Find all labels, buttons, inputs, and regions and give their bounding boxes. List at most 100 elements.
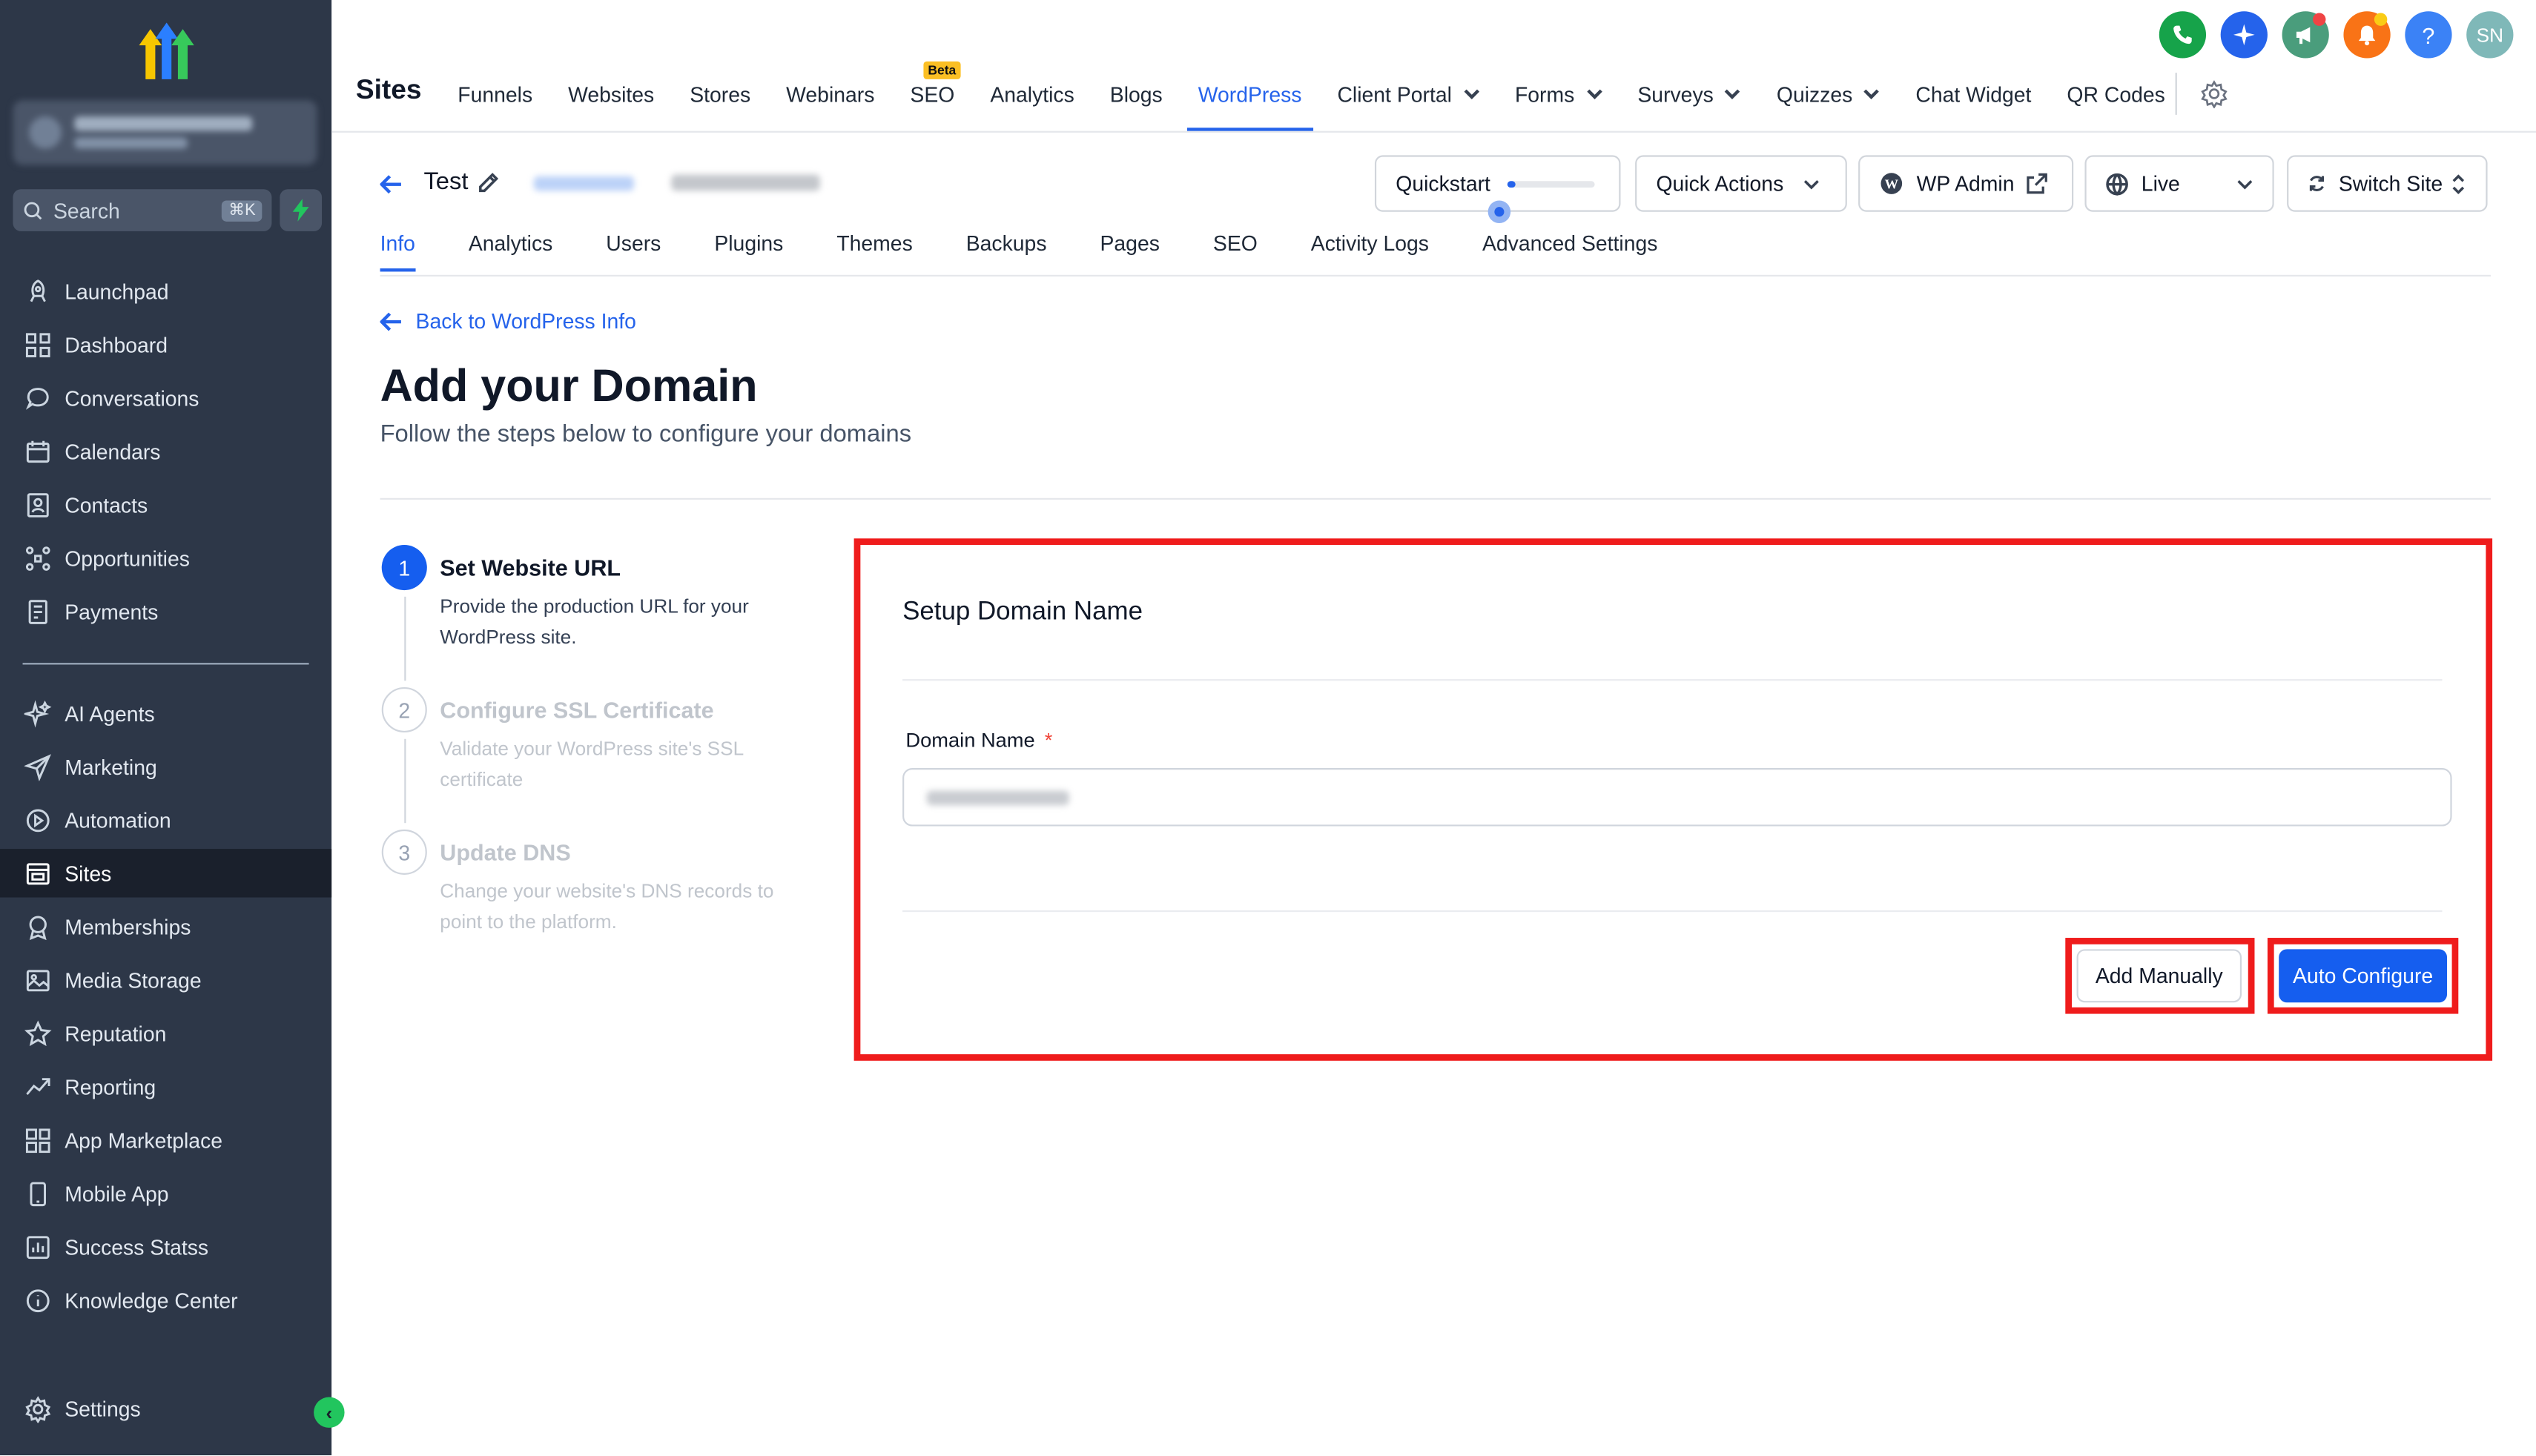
sidebar-item-conversations[interactable]: Conversations	[0, 374, 331, 422]
sidebar-item-media-storage[interactable]: Media Storage	[0, 956, 331, 1004]
brand-logo[interactable]	[129, 19, 203, 81]
phone-icon	[2173, 25, 2192, 44]
phone-button[interactable]	[2159, 11, 2207, 59]
top-nav-qr-codes[interactable]: QR Codes	[2067, 79, 2164, 108]
top-nav-label: Websites	[568, 82, 655, 106]
tab-pages[interactable]: Pages	[1100, 231, 1160, 256]
top-nav-label: Quizzes	[1776, 82, 1853, 106]
stats-icon	[26, 1235, 50, 1259]
sidebar-item-label: Dashboard	[65, 332, 168, 357]
tab-analytics[interactable]: Analytics	[469, 231, 552, 256]
top-nav-wordpress[interactable]: WordPress	[1186, 79, 1313, 131]
bell-icon	[2358, 25, 2376, 46]
switch-site-button[interactable]: Switch Site	[2287, 155, 2488, 212]
pencil-icon[interactable]	[476, 171, 499, 193]
chevron-down-icon	[2237, 179, 2253, 189]
tab-plugins[interactable]: Plugins	[714, 231, 783, 256]
top-nav-label: Blogs	[1109, 82, 1163, 106]
ai-assistant-button[interactable]	[2220, 11, 2268, 59]
sidebar-item-success-statss[interactable]: Success Statss	[0, 1222, 331, 1271]
gear-icon	[25, 1395, 51, 1423]
top-nav-websites[interactable]: Websites	[568, 79, 654, 108]
sidebar-item-ai-agents[interactable]: AI Agents	[0, 689, 331, 737]
section-divider	[380, 497, 2491, 500]
sidebar-item-payments[interactable]: Payments	[0, 587, 331, 635]
tab-activity-logs[interactable]: Activity Logs	[1311, 231, 1429, 256]
sidebar-item-launchpad[interactable]: Launchpad	[0, 267, 331, 315]
sidebar-item-reputation[interactable]: Reputation	[0, 1009, 331, 1057]
notifications-button[interactable]	[2343, 11, 2391, 59]
top-nav-blogs[interactable]: Blogs	[1110, 79, 1163, 108]
wp-admin-button[interactable]: W WP Admin	[1858, 155, 2074, 212]
top-bar: ? SN Sites Funnels Websites Stores Webinars…	[331, 0, 2536, 133]
bolt-icon	[292, 199, 309, 222]
sidebar-item-sites[interactable]: Sites	[0, 849, 332, 898]
notification-dot	[2374, 13, 2388, 26]
top-nav-label: Forms	[1514, 82, 1575, 106]
sidebar-item-opportunities[interactable]: Opportunities	[0, 534, 331, 582]
gear-icon[interactable]	[2199, 79, 2228, 109]
back-to-wordpress-info-link[interactable]: Back to WordPress Info	[380, 309, 636, 333]
tab-info[interactable]: Info	[380, 231, 415, 272]
sidebar-item-automation[interactable]: Automation	[0, 795, 331, 844]
tab-users[interactable]: Users	[606, 231, 661, 256]
sidebar: Search ⌘K Launchpad Dashboard Conversation…	[0, 0, 345, 1456]
add-manually-button[interactable]: Add Manually	[2076, 949, 2242, 1003]
sidebar-item-label: Launchpad	[65, 279, 169, 303]
top-nav-forms[interactable]: Forms	[1515, 79, 1602, 108]
sidebar-item-marketing[interactable]: Marketing	[0, 742, 331, 790]
top-nav-webinars[interactable]: Webinars	[786, 79, 874, 108]
sidebar-item-label: Opportunities	[65, 546, 190, 570]
top-nav-chat-widget[interactable]: Chat Widget	[1915, 79, 2031, 108]
quick-actions-dropdown[interactable]: Quick Actions	[1635, 155, 1847, 212]
send-icon	[24, 753, 51, 781]
tab-advanced-settings[interactable]: Advanced Settings	[1482, 231, 1657, 256]
wordpress-subtabs: Info Analytics Users Plugins Themes Backups Pa…	[380, 231, 1711, 272]
help-icon: ?	[2422, 21, 2435, 48]
top-nav-label: Surveys	[1637, 82, 1714, 106]
top-nav-funnels[interactable]: Funnels	[458, 79, 532, 108]
sidebar-item-dashboard[interactable]: Dashboard	[0, 320, 331, 368]
top-nav-quizzes[interactable]: Quizzes	[1777, 79, 1880, 108]
tab-seo[interactable]: SEO	[1213, 231, 1258, 256]
payments-icon	[28, 599, 47, 623]
avatar-initials: SN	[2476, 23, 2503, 47]
top-nav-seo[interactable]: SEO Beta	[910, 61, 961, 108]
top-nav-analytics[interactable]: Analytics	[990, 79, 1074, 108]
announcements-button[interactable]	[2282, 11, 2329, 59]
top-nav-client-portal[interactable]: Client Portal	[1337, 79, 1479, 108]
auto-configure-button[interactable]: Auto Configure	[2279, 949, 2448, 1003]
search-placeholder: Search	[53, 198, 120, 222]
page-subtitle: Follow the steps below to configure your…	[380, 420, 912, 449]
quick-action-bolt-button[interactable]	[280, 189, 323, 231]
site-status-dropdown[interactable]: Live	[2084, 155, 2274, 212]
external-link-icon	[2027, 173, 2048, 194]
tab-themes[interactable]: Themes	[836, 231, 912, 256]
arrow-left-icon[interactable]	[380, 173, 403, 196]
sidebar-item-memberships[interactable]: Memberships	[0, 902, 331, 950]
sidebar-item-knowledge-center[interactable]: Knowledge Center	[0, 1276, 331, 1324]
account-switcher[interactable]	[13, 100, 317, 165]
top-nav-label: QR Codes	[2067, 82, 2165, 106]
quickstart-progress	[1506, 180, 1594, 187]
top-nav-stores[interactable]: Stores	[690, 79, 750, 108]
sidebar-item-reporting[interactable]: Reporting	[0, 1062, 331, 1111]
sidebar-item-label: Reputation	[65, 1021, 167, 1046]
sidebar-item-contacts[interactable]: Contacts	[0, 480, 331, 529]
sidebar-item-app-marketplace[interactable]: App Marketplace	[0, 1116, 331, 1164]
sidebar-item-settings[interactable]: Settings	[0, 1384, 331, 1432]
sidebar-search[interactable]: Search ⌘K	[13, 189, 272, 231]
help-button[interactable]: ?	[2405, 11, 2452, 59]
top-nav-surveys[interactable]: Surveys	[1637, 79, 1741, 108]
main-content: Test Quickstart Quick Actions W WP Admin…	[331, 133, 2536, 1455]
sidebar-item-mobile-app[interactable]: Mobile App	[0, 1169, 331, 1217]
user-avatar[interactable]: SN	[2466, 11, 2514, 59]
tab-backups[interactable]: Backups	[966, 231, 1047, 256]
domain-name-input[interactable]	[904, 770, 2451, 825]
top-nav-label: Client Portal	[1337, 82, 1452, 106]
domain-name-label: Domain Name *	[905, 729, 1052, 752]
chat-icon	[25, 387, 49, 409]
sidebar-item-calendars[interactable]: Calendars	[0, 427, 331, 475]
domain-name-field	[902, 768, 2452, 827]
redacted-site-id	[671, 174, 820, 191]
